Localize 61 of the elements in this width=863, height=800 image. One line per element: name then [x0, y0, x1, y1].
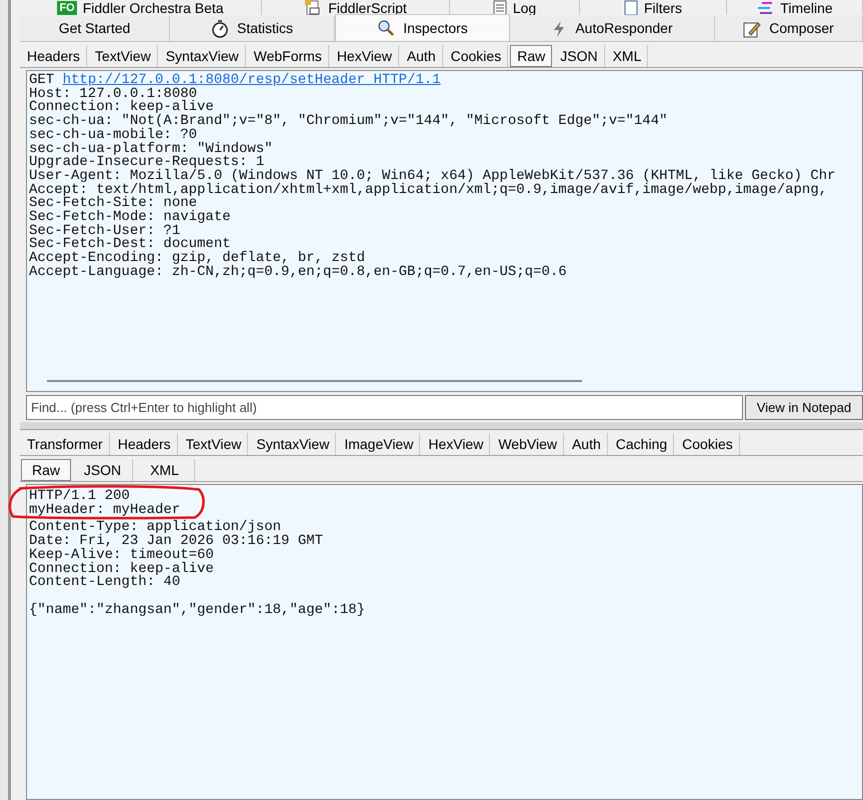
view-tab[interactable]: SyntaxView — [160, 45, 246, 67]
main-tab[interactable]: Composer — [715, 16, 863, 41]
header-line: Sec-Fetch-Mode: navigate — [29, 211, 232, 225]
view-tab[interactable]: Raw — [510, 45, 552, 67]
response-line: Connection: keep-alive — [29, 562, 215, 576]
response-line: Keep-Alive: timeout=60 — [29, 548, 215, 563]
response-line: Date: Fri, 23 Jan 2026 03:16:19 GMT — [29, 535, 324, 549]
view-tab[interactable]: HexView — [330, 45, 399, 67]
view-tab[interactable]: Headers — [112, 433, 178, 455]
header-line: sec-ch-ua: "Not(A:Brand";v="8", "Chromium";v="144", "Microsoft Edge";v="144" — [29, 115, 669, 129]
header-line: Accept-Language: zh-CN,zh;q=0.9,en;q=0.8,en-GB;q=0.7,en-US;q=0.6 — [29, 266, 568, 280]
fo-logo-icon: FO — [57, 0, 77, 14]
header-line: sec-ch-ua-mobile: ?0 — [29, 128, 198, 143]
view-tab[interactable]: HexView — [422, 433, 490, 455]
view-tab[interactable]: WebView — [492, 433, 564, 455]
view-tab[interactable]: Auth — [400, 45, 443, 67]
view-tab[interactable]: JSON — [73, 459, 133, 481]
top-tab[interactable]: FO Fiddler Orchestra Beta — [20, 0, 262, 15]
view-tab[interactable]: XML — [606, 45, 648, 67]
main-tab[interactable]: AutoResponder — [510, 16, 715, 41]
blank-page-icon — [624, 0, 638, 15]
view-tab[interactable]: WebForms — [248, 45, 329, 67]
view-tab[interactable]: JSON — [554, 45, 605, 67]
response-line: Content-Length: 40 — [29, 576, 180, 590]
view-tab[interactable]: XML — [135, 459, 195, 481]
response-line: myHeader: myHeader — [29, 504, 182, 518]
view-tab[interactable]: TextView — [88, 45, 158, 67]
script-file-icon — [304, 0, 322, 15]
view-tab[interactable]: Raw — [21, 459, 71, 481]
view-in-notepad-button[interactable]: View in Notepad — [745, 395, 863, 420]
main-tab[interactable]: Statistics — [170, 16, 335, 41]
header-line: Accept: text/html,application/xhtml+xml,application/xml;q=0.9,image/avif,image/webp,image/apng, — [29, 184, 828, 198]
main-tab[interactable]: Get Started — [20, 16, 170, 41]
url-link[interactable]: http://127.0.0.1:8080/resp/setHeader HTTP/1.1 — [62, 72, 441, 88]
view-tab[interactable]: Headers — [21, 45, 87, 67]
find-field[interactable]: Find... (press Ctrl+Enter to highlight all) — [26, 395, 743, 420]
view-tab[interactable]: Transformer — [21, 433, 110, 455]
document-icon — [492, 0, 507, 15]
view-tab[interactable]: Auth — [566, 433, 608, 455]
view-tab[interactable]: SyntaxView — [250, 433, 336, 455]
header-line: Accept-Encoding: gzip, deflate, br, zstd — [29, 252, 366, 266]
view-tab[interactable]: Cookies — [676, 433, 740, 455]
timeline-icon — [756, 0, 774, 14]
pencil-paper-icon — [743, 20, 762, 38]
top-tab[interactable]: Filters — [580, 0, 727, 15]
view-tab[interactable]: Caching — [610, 433, 674, 455]
request-line: GET http://127.0.0.1:8080/resp/setHeader HTTP/1.1 — [29, 74, 442, 88]
response-body: {"name":"zhangsan","gender":18,"age":18} — [29, 604, 366, 618]
top-tab[interactable]: Timeline — [727, 0, 863, 15]
header-line: User-Agent: Mozilla/5.0 (Windows NT 10.0; Win64; x64) AppleWebKit/537.36 (KHTML, like Gecko) Chr — [29, 170, 837, 184]
main-tab[interactable]: Inspectors — [335, 14, 510, 41]
view-tab[interactable]: TextView — [180, 433, 248, 455]
header-line: sec-ch-ua-platform: "Windows" — [29, 142, 274, 156]
response-line: HTTP/1.1 200 — [29, 490, 130, 504]
view-tab[interactable]: Cookies — [444, 45, 508, 67]
stopwatch-icon — [210, 20, 229, 38]
splitter-bar[interactable] — [20, 422, 863, 430]
view-tab[interactable]: ImageView — [338, 433, 420, 455]
header-line: Upgrade-Insecure-Requests: 1 — [29, 156, 264, 170]
horizontal-scrollbar[interactable] — [47, 380, 582, 382]
magnifier-icon — [377, 19, 396, 37]
